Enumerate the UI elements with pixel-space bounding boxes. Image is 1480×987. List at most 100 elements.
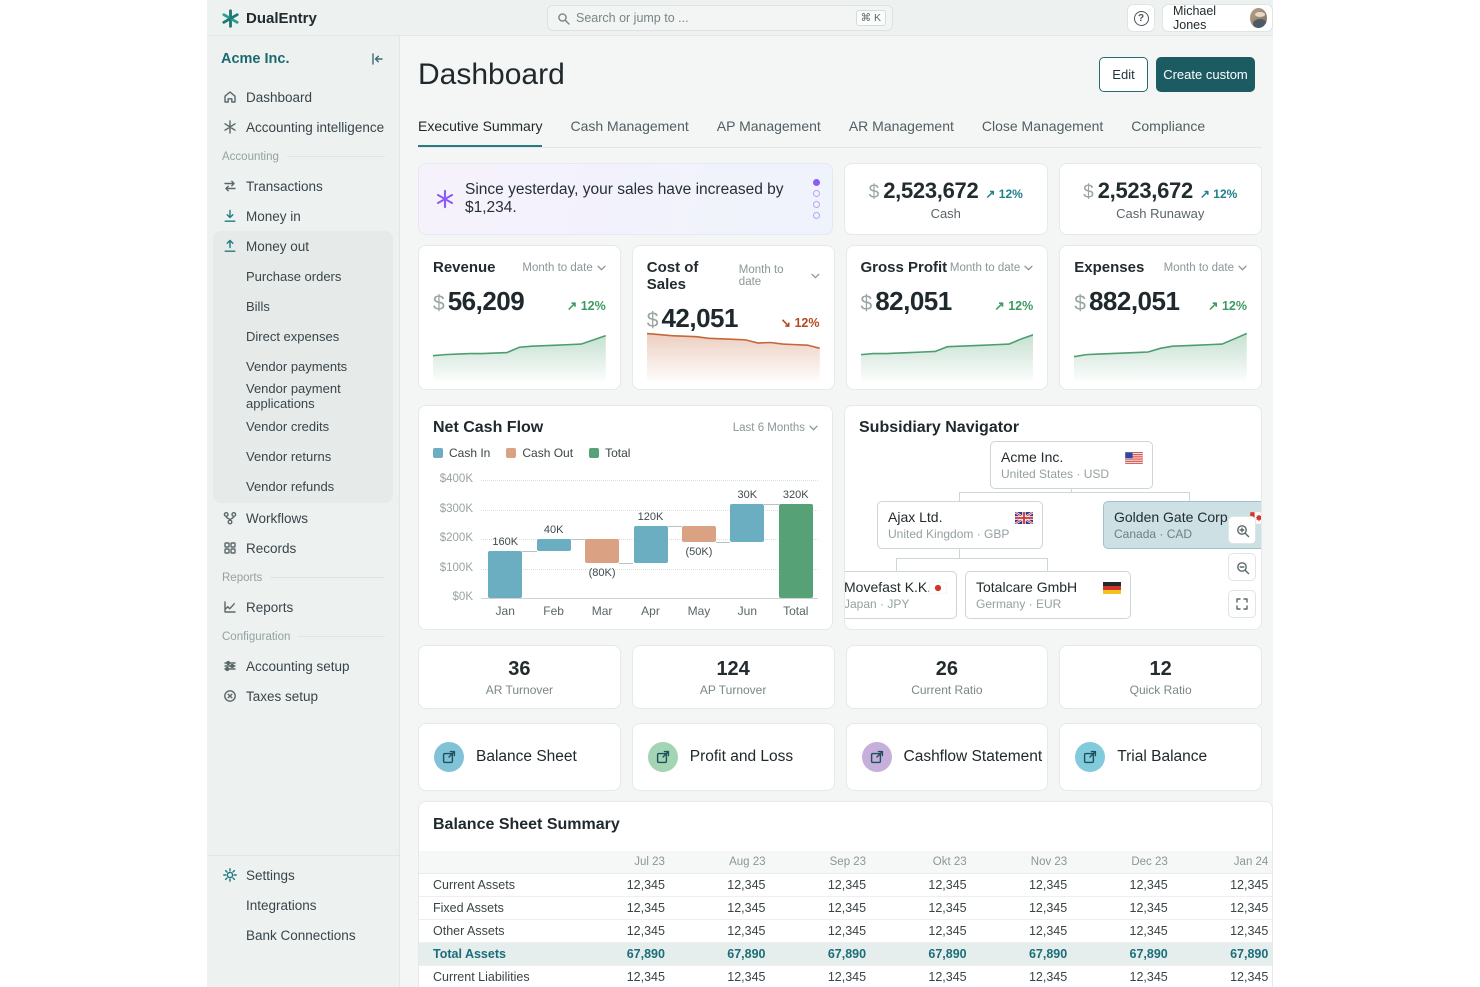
tab-ar-management[interactable]: AR Management [849,118,954,147]
table-column-header: Nov 23 [973,851,1074,873]
sidebar-item-settings[interactable]: Settings [207,860,399,890]
sidebar-item-accounting-setup[interactable]: Accounting setup [207,651,399,681]
edit-button[interactable]: Edit [1099,57,1148,92]
subsidiary-node-ajax-ltd[interactable]: Ajax Ltd. United Kingdom · GBP [877,501,1043,549]
table-cell: 67,890 [1174,942,1273,965]
workflow-icon [222,510,238,526]
transactions-icon [222,178,238,194]
fullscreen-button[interactable] [1228,590,1256,618]
sidebar-item-accounting-intelligence[interactable]: Accounting intelligence [207,112,399,142]
sidebar-item-vendor-payment-applications[interactable]: Vendor payment applications [213,381,393,411]
sidebar-item-money-out[interactable]: Money out [213,231,393,261]
org-name[interactable]: Acme Inc. [221,51,369,67]
subsidiary-name: Ajax Ltd. [888,509,1032,525]
table-cell: 12,345 [872,919,973,942]
tab-cash-management[interactable]: Cash Management [570,118,688,147]
sales-insight-banner[interactable]: Since yesterday, your sales have increas… [418,163,833,235]
waterfall-bar-apr[interactable] [634,526,668,563]
sidebar-item-purchase-orders[interactable]: Purchase orders [213,261,393,291]
waterfall-bar-mar[interactable] [585,539,619,563]
period-dropdown[interactable]: Month to date [1164,262,1247,274]
sidebar-item-reports[interactable]: Reports [207,592,399,622]
bar-value-label: 160K [481,536,529,548]
currency-symbol: $ [1074,292,1086,316]
table-row-other-assets: Other Assets12,34512,34512,34512,34512,3… [419,919,1273,942]
report-label: Cashflow Statement [904,748,1043,766]
topbar: DualEntry Search or jump to ... ⌘ K ? Mi… [207,0,1273,36]
zoom-out-button[interactable] [1228,553,1256,581]
legend-item-cash-out: Cash Out [506,446,573,460]
page-title: Dashboard [418,58,565,92]
table-column-header: Okt 23 [872,851,973,873]
external-link-icon [869,749,885,765]
delta-badge: ↗ 12% [985,187,1022,201]
range-dropdown[interactable]: Last 6 Months [733,422,818,434]
sidebar-item-taxes-setup[interactable]: Taxes setup [207,681,399,711]
help-button[interactable]: ? [1127,4,1155,32]
table-cell: 12,345 [671,965,772,987]
table-cell: 12,345 [772,919,873,942]
money-out-icon [222,238,238,254]
sidebar-item-transactions[interactable]: Transactions [207,171,399,201]
sidebar-item-direct-expenses[interactable]: Direct expenses [213,321,393,351]
waterfall-bar-jan[interactable] [488,551,522,598]
currency-symbol: $ [433,292,445,316]
report-link-balance-sheet[interactable]: Balance Sheet [418,723,621,791]
subsidiary-node-acme-inc[interactable]: Acme Inc.United States · USD [990,441,1153,489]
report-link-cashflow-statement[interactable]: Cashflow Statement [846,723,1049,791]
metric-value: 124 [716,658,749,681]
report-link-trial-balance[interactable]: Trial Balance [1059,723,1262,791]
zoom-in-button[interactable] [1228,516,1256,544]
external-link-icon [655,749,671,765]
table-cell: 67,890 [772,942,873,965]
waterfall-chart: $0K$100K$200K$300K$400K160KJan40KFeb(80K… [433,464,818,622]
subsidiary-node-movefast-k-k[interactable]: Movefast K.K.Japan · JPY [844,571,957,619]
sidebar: Acme Inc. DashboardAccounting intelligen… [207,36,400,987]
banner-pagination-dots[interactable] [813,179,822,219]
search-input[interactable]: Search or jump to ... ⌘ K [547,5,893,31]
sidebar-item-bank-connections[interactable]: Bank Connections [207,920,399,950]
kpi-value: 82,051 [875,286,952,317]
user-menu-button[interactable]: Michael Jones [1162,4,1273,32]
sidebar-item-bills[interactable]: Bills [213,291,393,321]
collapse-sidebar-icon[interactable] [369,51,385,67]
table-cell: 12,345 [973,965,1074,987]
money-in-icon [222,208,238,224]
sparkline-chart [861,323,1034,381]
sidebar-item-workflows[interactable]: Workflows [207,503,399,533]
sidebar-item-vendor-credits[interactable]: Vendor credits [213,411,393,441]
subsidiary-region: United Kingdom · GBP [888,527,1032,541]
sidebar-item-vendor-payments[interactable]: Vendor payments [213,351,393,381]
sidebar-item-vendor-refunds[interactable]: Vendor refunds [213,471,393,501]
tab-close-management[interactable]: Close Management [982,118,1103,147]
tab-ap-management[interactable]: AP Management [717,118,821,147]
tab-executive-summary[interactable]: Executive Summary [418,118,542,147]
sidebar-item-integrations[interactable]: Integrations [207,890,399,920]
subsidiary-node-totalcare-gmbh[interactable]: Totalcare GmbHGermany · EUR [965,571,1131,619]
waterfall-bar-jun[interactable] [730,504,764,542]
metric-value: 36 [508,658,530,681]
period-dropdown[interactable]: Month to date [522,262,605,274]
tab-compliance[interactable]: Compliance [1131,118,1205,147]
waterfall-bar-may[interactable] [682,526,716,542]
period-dropdown[interactable]: Month to date [739,264,820,288]
table-cell: 12,345 [973,919,1074,942]
home-icon [222,89,238,105]
banner-text: Since yesterday, your sales have increas… [465,181,813,217]
metric-card-current-ratio: 26Current Ratio [846,645,1049,709]
create-custom-button[interactable]: Create custom [1156,57,1255,92]
sidebar-item-records[interactable]: Records [207,533,399,563]
sidebar-item-money-in[interactable]: Money in [207,201,399,231]
main-content: Dashboard Edit Create custom Executive S… [400,36,1273,987]
sidebar-item-vendor-returns[interactable]: Vendor returns [213,441,393,471]
table-cell: 12,345 [872,873,973,896]
period-dropdown[interactable]: Month to date [950,262,1033,274]
x-axis-tick: Mar [578,604,626,618]
sidebar-item-dashboard[interactable]: Dashboard [207,82,399,112]
bar-value-label: 30K [723,489,771,501]
report-link-profit-and-loss[interactable]: Profit and Loss [632,723,835,791]
waterfall-bar-feb[interactable] [537,539,571,551]
bar-value-label: 320K [772,489,820,501]
y-axis-tick: $0K [433,591,473,603]
waterfall-bar-total[interactable] [779,504,813,598]
